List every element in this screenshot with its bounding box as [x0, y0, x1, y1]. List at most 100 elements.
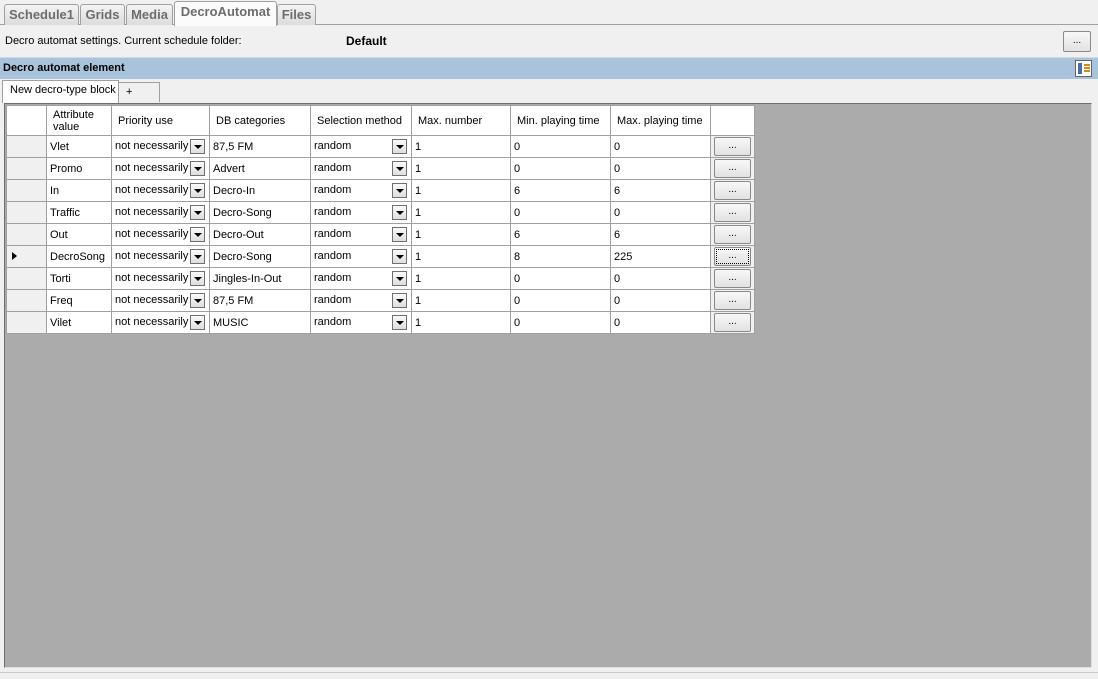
table-row[interactable]: Torti not necessarily Jingles-In-Out random…	[6, 267, 755, 290]
row-header[interactable]	[6, 201, 47, 224]
selection-method-cell[interactable]: random	[310, 311, 412, 334]
min-playing-time-cell[interactable]: 6	[510, 179, 611, 202]
priority-use-cell[interactable]: not necessarily	[111, 289, 210, 312]
row-edit-button[interactable]: ...	[714, 247, 751, 266]
table-row[interactable]: Freq not necessarily 87,5 FM random 1 0 0...	[6, 289, 755, 312]
db-category-cell[interactable]: 87,5 FM	[209, 289, 311, 312]
max-number-cell[interactable]: 1	[411, 311, 511, 334]
priority-use-cell[interactable]: not necessarily	[111, 223, 210, 246]
row-edit-button[interactable]: ...	[714, 181, 751, 200]
max-number-cell[interactable]: 1	[411, 267, 511, 290]
max-playing-time-cell[interactable]: 6	[610, 179, 711, 202]
row-edit-button[interactable]: ...	[714, 225, 751, 244]
chevron-down-icon[interactable]	[392, 205, 407, 220]
row-edit-button[interactable]: ...	[714, 159, 751, 178]
tab-grids[interactable]: Grids	[80, 4, 125, 25]
db-category-cell[interactable]: Decro-Song	[209, 245, 311, 268]
row-edit-button[interactable]: ...	[714, 313, 751, 332]
tab-add-block[interactable]: +	[118, 82, 160, 102]
tab-files[interactable]: Files	[277, 4, 316, 25]
table-row[interactable]: Vilet not necessarily MUSIC random 1 0 0...	[6, 311, 755, 334]
selection-method-cell[interactable]: random	[310, 289, 412, 312]
col-header-max-playing-time[interactable]: Max. playing time	[610, 105, 711, 136]
col-header-selection-method[interactable]: Selection method	[310, 105, 412, 136]
max-number-cell[interactable]: 1	[411, 157, 511, 180]
row-header[interactable]	[6, 311, 47, 334]
min-playing-time-cell[interactable]: 6	[510, 223, 611, 246]
min-playing-time-cell[interactable]: 0	[510, 311, 611, 334]
row-header[interactable]	[6, 179, 47, 202]
max-number-cell[interactable]: 1	[411, 179, 511, 202]
tab-new-decro-type-block[interactable]: New decro-type block	[2, 80, 119, 103]
chevron-down-icon[interactable]	[392, 271, 407, 286]
db-category-cell[interactable]: 87,5 FM	[209, 135, 311, 158]
min-playing-time-cell[interactable]: 0	[510, 267, 611, 290]
max-number-cell[interactable]: 1	[411, 201, 511, 224]
chevron-down-icon[interactable]	[190, 249, 205, 264]
priority-use-cell[interactable]: not necessarily	[111, 267, 210, 290]
max-number-cell[interactable]: 1	[411, 245, 511, 268]
chevron-down-icon[interactable]	[392, 183, 407, 198]
priority-use-cell[interactable]: not necessarily	[111, 157, 210, 180]
priority-use-cell[interactable]: not necessarily	[111, 179, 210, 202]
row-edit-button[interactable]: ...	[714, 269, 751, 288]
min-playing-time-cell[interactable]: 8	[510, 245, 611, 268]
table-row[interactable]: Traffic not necessarily Decro-Song random 1 0…	[6, 201, 755, 224]
max-number-cell[interactable]: 1	[411, 223, 511, 246]
tab-media[interactable]: Media	[126, 4, 173, 25]
row-header[interactable]	[6, 267, 47, 290]
table-row[interactable]: Vlet not necessarily 87,5 FM random 1 0 0...	[6, 135, 755, 158]
min-playing-time-cell[interactable]: 0	[510, 157, 611, 180]
chevron-down-icon[interactable]	[392, 315, 407, 330]
col-header-min-playing-time[interactable]: Min. playing time	[510, 105, 611, 136]
db-category-cell[interactable]: Decro-Out	[209, 223, 311, 246]
db-category-cell[interactable]: Decro-In	[209, 179, 311, 202]
row-edit-button[interactable]: ...	[714, 137, 751, 156]
table-row[interactable]: Out not necessarily Decro-Out random 1 6 6...	[6, 223, 755, 246]
db-category-cell[interactable]: Jingles-In-Out	[209, 267, 311, 290]
chevron-down-icon[interactable]	[392, 139, 407, 154]
max-playing-time-cell[interactable]: 0	[610, 135, 711, 158]
min-playing-time-cell[interactable]: 0	[510, 135, 611, 158]
chevron-down-icon[interactable]	[190, 315, 205, 330]
max-playing-time-cell[interactable]: 0	[610, 157, 711, 180]
list-settings-icon[interactable]	[1075, 60, 1092, 77]
attribute-value-cell[interactable]: Vlet	[46, 135, 112, 158]
db-category-cell[interactable]: Decro-Song	[209, 201, 311, 224]
chevron-down-icon[interactable]	[392, 161, 407, 176]
priority-use-cell[interactable]: not necessarily	[111, 135, 210, 158]
row-header[interactable]	[6, 289, 47, 312]
tab-schedule1[interactable]: Schedule1	[4, 4, 79, 25]
priority-use-cell[interactable]: not necessarily	[111, 245, 210, 268]
chevron-down-icon[interactable]	[190, 227, 205, 242]
selection-method-cell[interactable]: random	[310, 267, 412, 290]
selection-method-cell[interactable]: random	[310, 245, 412, 268]
priority-use-cell[interactable]: not necessarily	[111, 201, 210, 224]
table-row[interactable]: Promo not necessarily Advert random 1 0 0...	[6, 157, 755, 180]
min-playing-time-cell[interactable]: 0	[510, 289, 611, 312]
chevron-down-icon[interactable]	[190, 161, 205, 176]
chevron-down-icon[interactable]	[190, 183, 205, 198]
chevron-down-icon[interactable]	[392, 227, 407, 242]
chevron-down-icon[interactable]	[392, 293, 407, 308]
table-row[interactable]: In not necessarily Decro-In random 1 6 6...	[6, 179, 755, 202]
col-header-attribute-value[interactable]: Attribute value	[46, 105, 112, 136]
max-playing-time-cell[interactable]: 0	[610, 267, 711, 290]
max-playing-time-cell[interactable]: 225	[610, 245, 711, 268]
selection-method-cell[interactable]: random	[310, 135, 412, 158]
selection-method-cell[interactable]: random	[310, 179, 412, 202]
db-category-cell[interactable]: MUSIC	[209, 311, 311, 334]
row-header[interactable]	[6, 245, 47, 268]
attribute-value-cell[interactable]: In	[46, 179, 112, 202]
min-playing-time-cell[interactable]: 0	[510, 201, 611, 224]
attribute-value-cell[interactable]: Freq	[46, 289, 112, 312]
max-number-cell[interactable]: 1	[411, 289, 511, 312]
attribute-value-cell[interactable]: Promo	[46, 157, 112, 180]
db-category-cell[interactable]: Advert	[209, 157, 311, 180]
priority-use-cell[interactable]: not necessarily	[111, 311, 210, 334]
selection-method-cell[interactable]: random	[310, 201, 412, 224]
selection-method-cell[interactable]: random	[310, 223, 412, 246]
attribute-value-cell[interactable]: Out	[46, 223, 112, 246]
attribute-value-cell[interactable]: Traffic	[46, 201, 112, 224]
col-header-max-number[interactable]: Max. number	[411, 105, 511, 136]
